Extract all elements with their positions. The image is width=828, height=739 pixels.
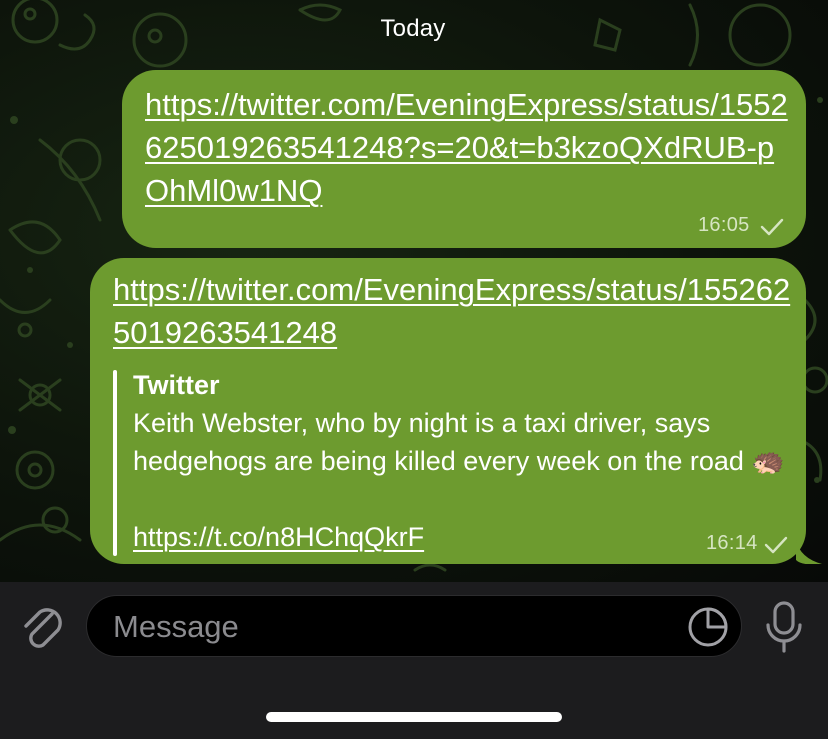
checkmark-icon [760, 218, 784, 236]
preview-site-name: Twitter [133, 370, 220, 400]
sticker-icon[interactable] [687, 606, 729, 648]
message-time: 16:14 [706, 532, 758, 554]
outgoing-message[interactable]: https://twitter.com/EveningExpress/statu… [122, 70, 806, 248]
outgoing-message[interactable]: https://twitter.com/EveningExpress/statu… [90, 258, 806, 564]
preview-accent-bar [113, 370, 117, 556]
message-link[interactable]: https://twitter.com/EveningExpress/statu… [145, 83, 795, 212]
date-header: Today [380, 15, 446, 42]
message-input-box[interactable] [86, 595, 742, 658]
bubble-tail [796, 540, 822, 564]
preview-link-text[interactable]: https://t.co/n8HChqQkrF [133, 522, 424, 552]
message-link-text[interactable]: https://twitter.com/EveningExpress/statu… [145, 87, 788, 208]
message-time: 16:05 [698, 214, 750, 236]
home-indicator[interactable] [266, 712, 562, 722]
microphone-icon[interactable] [764, 600, 804, 654]
message-link-text[interactable]: https://twitter.com/EveningExpress/statu… [113, 272, 790, 350]
message-link[interactable]: https://twitter.com/EveningExpress/statu… [113, 268, 793, 354]
paperclip-icon[interactable] [18, 600, 66, 654]
preview-link[interactable]: https://t.co/n8HChqQkrF [133, 518, 424, 556]
message-input[interactable] [111, 596, 675, 658]
link-preview[interactable]: Twitter Keith Webster, who by night is a… [113, 366, 793, 556]
preview-description: Keith Webster, who by night is a taxi dr… [133, 408, 786, 476]
checkmark-icon [764, 536, 788, 554]
